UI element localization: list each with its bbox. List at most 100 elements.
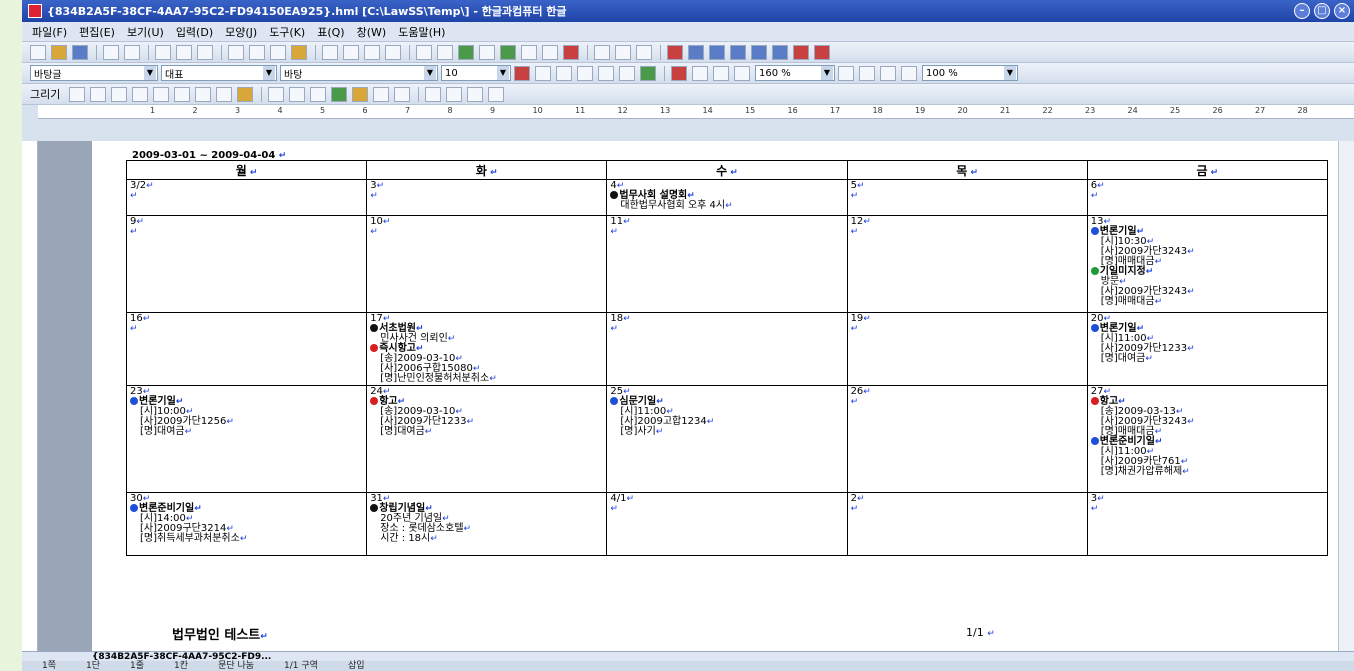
redo-icon[interactable] bbox=[176, 44, 192, 60]
picture-icon[interactable] bbox=[458, 44, 474, 60]
columns-icon[interactable] bbox=[385, 44, 401, 60]
calendar-day-cell[interactable]: 5↵ ↵ bbox=[846, 179, 1088, 216]
menu-insert[interactable]: 입력(D) bbox=[176, 24, 213, 40]
front-icon[interactable] bbox=[373, 86, 390, 102]
image-tool-icon[interactable] bbox=[237, 86, 254, 102]
event-title[interactable]: 기일미지정↵ bbox=[1090, 267, 1324, 277]
menu-table[interactable]: 표(Q) bbox=[317, 24, 344, 40]
undo-icon[interactable] bbox=[155, 44, 171, 60]
line-tool-icon[interactable] bbox=[69, 86, 86, 102]
formula-icon[interactable] bbox=[542, 44, 558, 60]
menu-help[interactable]: 도움말(H) bbox=[398, 24, 445, 40]
send-icon[interactable] bbox=[772, 44, 788, 60]
calendar-day-cell[interactable]: 17↵ 서초법원↵ 민사사건 의뢰인↵ 즉시항고↵ [송]2009-03-10↵ [사]2… bbox=[366, 312, 608, 386]
track-icon[interactable] bbox=[709, 44, 725, 60]
line-width-icon[interactable] bbox=[446, 86, 463, 102]
line-style-icon[interactable] bbox=[425, 86, 442, 102]
calendar-day-cell[interactable]: 25↵ 심문기일↵ [시]11:00↵ [사]2009고합1234↵ [명]사기↵ bbox=[606, 385, 848, 493]
select-tool-icon[interactable] bbox=[268, 86, 285, 102]
footer-icon[interactable] bbox=[636, 44, 652, 60]
calendar-day-cell[interactable]: 3↵ ↵ bbox=[1086, 492, 1329, 556]
calendar-day-cell[interactable]: 10↵ ↵ bbox=[366, 215, 608, 313]
rect-tool-icon[interactable] bbox=[90, 86, 107, 102]
cut-icon[interactable] bbox=[228, 44, 244, 60]
hyperlink-icon[interactable] bbox=[416, 44, 432, 60]
bold-icon[interactable] bbox=[514, 65, 530, 81]
vertical-ruler[interactable] bbox=[22, 141, 38, 651]
calendar-day-cell[interactable]: 2↵ ↵ bbox=[846, 492, 1088, 556]
underline-icon[interactable] bbox=[556, 65, 572, 81]
group-tool-icon[interactable] bbox=[289, 86, 306, 102]
subscript-icon[interactable] bbox=[598, 65, 614, 81]
layout-icon[interactable] bbox=[594, 44, 610, 60]
menu-view[interactable]: 보기(U) bbox=[127, 24, 164, 40]
text-art-icon[interactable] bbox=[521, 44, 537, 60]
memo-icon[interactable] bbox=[667, 44, 683, 60]
align-right-icon[interactable] bbox=[734, 65, 750, 81]
italic-icon[interactable] bbox=[535, 65, 551, 81]
preview-icon[interactable] bbox=[124, 44, 140, 60]
calendar-day-cell[interactable]: 16↵ ↵ bbox=[125, 312, 368, 386]
align-left-icon[interactable] bbox=[692, 65, 708, 81]
chart-icon[interactable] bbox=[500, 44, 516, 60]
style-select[interactable]: 바탕글 bbox=[30, 65, 158, 81]
calendar-day-cell[interactable]: 20↵ 변론기일↵ [시]11:00↵ [사]2009가단1233↵ [명]대여금↵ bbox=[1086, 312, 1329, 386]
symbol-icon[interactable] bbox=[563, 44, 579, 60]
strike-icon[interactable] bbox=[619, 65, 635, 81]
calendar-day-cell[interactable]: 24↵ 항고↵ [송]2009-03-10↵ [사]2009가단1233↵ [명]대여금… bbox=[366, 385, 608, 493]
horizontal-ruler[interactable]: 1 2 3 4 5 6 7 8 9 10 11 12 13 14 15 16 17 18 19 20 21 22 23 24 2… bbox=[38, 105, 1354, 119]
find-icon[interactable] bbox=[197, 44, 213, 60]
maximize-icon[interactable]: □ bbox=[1314, 3, 1330, 19]
textbox-tool-icon[interactable] bbox=[216, 86, 233, 102]
line-spacing-select[interactable]: 160 % bbox=[755, 65, 835, 81]
calendar-day-cell[interactable]: 30↵ 변론준비기일↵ [시]14:00↵ [사]2009구단3214↵ [명]취득세부… bbox=[125, 492, 368, 556]
pen-tool-icon[interactable] bbox=[195, 86, 212, 102]
minimize-icon[interactable]: – bbox=[1294, 3, 1310, 19]
header-icon[interactable] bbox=[615, 44, 631, 60]
arc-tool-icon[interactable] bbox=[132, 86, 149, 102]
outdent-icon[interactable] bbox=[859, 65, 875, 81]
line-color-icon[interactable] bbox=[331, 86, 348, 102]
superscript-icon[interactable] bbox=[577, 65, 593, 81]
calendar-day-cell[interactable]: 11↵ ↵ bbox=[606, 215, 848, 313]
font-size-select[interactable]: 10 bbox=[441, 65, 511, 81]
calendar-day-cell[interactable]: 26↵ ↵ bbox=[846, 385, 1088, 493]
shadow-icon[interactable] bbox=[488, 86, 505, 102]
calendar-day-cell[interactable]: 27↵ 항고↵ [송]2009-03-13↵ [사]2009가단3243↵ [명]매매대… bbox=[1086, 385, 1329, 493]
calendar-day-cell[interactable]: 9↵ ↵ bbox=[125, 215, 368, 313]
calendar-day-cell[interactable]: 6↵ ↵ bbox=[1086, 179, 1329, 216]
web-preview-icon[interactable] bbox=[814, 44, 830, 60]
align-center-icon[interactable] bbox=[713, 65, 729, 81]
menu-file[interactable]: 파일(F) bbox=[32, 24, 67, 40]
calendar-day-cell[interactable]: 31↵ 창립기념일↵ 20주년 기념일↵ 장소 : 롯데삼소호텔↵ 시간 : 18시↵ bbox=[366, 492, 608, 556]
mail-icon[interactable] bbox=[751, 44, 767, 60]
numbered-list-icon[interactable] bbox=[901, 65, 917, 81]
close-icon[interactable]: × bbox=[1334, 3, 1350, 19]
fill-color-icon[interactable] bbox=[352, 86, 369, 102]
bullet-list-icon[interactable] bbox=[880, 65, 896, 81]
curve-tool-icon[interactable] bbox=[174, 86, 191, 102]
ellipse-tool-icon[interactable] bbox=[111, 86, 128, 102]
calendar-day-cell[interactable]: 18↵ ↵ bbox=[606, 312, 848, 386]
zoom-select[interactable]: 100 % bbox=[922, 65, 1018, 81]
paragraph-icon[interactable] bbox=[343, 44, 359, 60]
open-folder-icon[interactable] bbox=[51, 44, 67, 60]
format-painter-icon[interactable] bbox=[291, 44, 307, 60]
save-icon[interactable] bbox=[72, 44, 88, 60]
table-icon[interactable] bbox=[479, 44, 495, 60]
calendar-day-cell[interactable]: 12↵ ↵ bbox=[846, 215, 1088, 313]
calendar-day-cell[interactable]: 19↵ ↵ bbox=[846, 312, 1088, 386]
new-doc-icon[interactable] bbox=[30, 44, 46, 60]
calendar-day-cell[interactable]: 23↵ 변론기일↵ [시]10:00↵ [사]2009가단1256↵ [명]대여금↵ bbox=[125, 385, 368, 493]
ungroup-tool-icon[interactable] bbox=[310, 86, 327, 102]
web-icon[interactable] bbox=[793, 44, 809, 60]
comment-icon[interactable] bbox=[688, 44, 704, 60]
back-icon[interactable] bbox=[394, 86, 411, 102]
indent-icon[interactable] bbox=[838, 65, 854, 81]
menu-tools[interactable]: 도구(K) bbox=[269, 24, 305, 40]
calendar-day-cell[interactable]: 4↵ 법무사회 설명회↵ 대한법무사협회 오후 4시↵ bbox=[606, 179, 848, 216]
font-kind-select[interactable]: 대표 bbox=[161, 65, 277, 81]
char-icon[interactable] bbox=[364, 44, 380, 60]
review-icon[interactable] bbox=[730, 44, 746, 60]
arrow-style-icon[interactable] bbox=[467, 86, 484, 102]
